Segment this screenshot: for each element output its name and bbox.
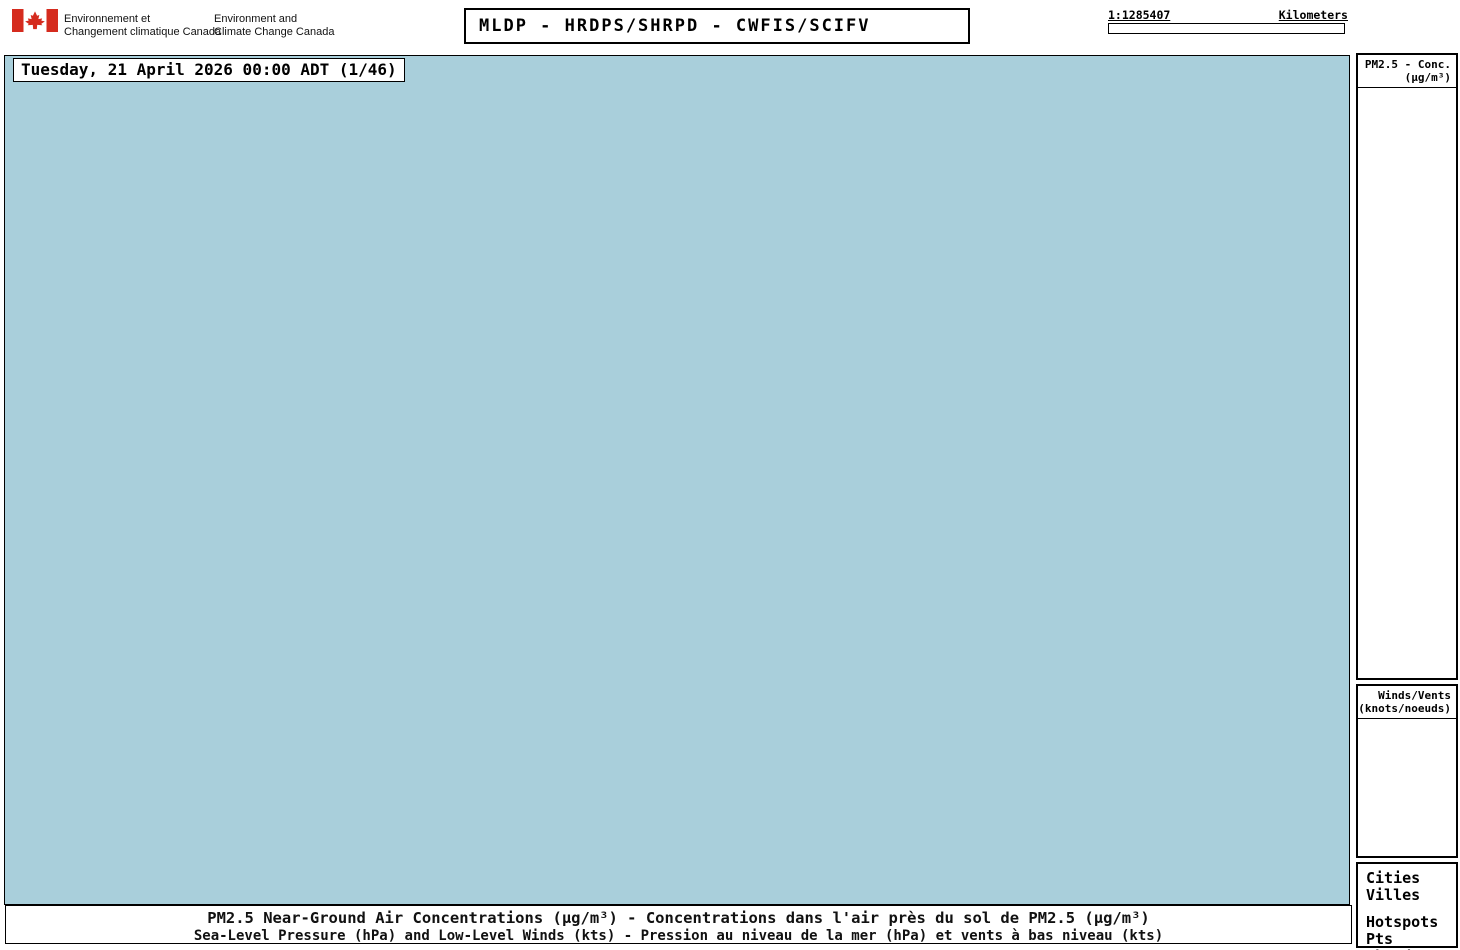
scale-ticks <box>1108 34 1348 47</box>
caption-box: PM2.5 Near-Ground Air Concentrations (µg… <box>5 905 1352 944</box>
divider <box>1358 718 1456 719</box>
scale-ratio: 1:1285407 <box>1108 8 1171 22</box>
pm25-legend-units: (µg/m³) <box>1404 71 1451 84</box>
scale-bar: 1:1285407 Kilometers <box>1108 8 1348 47</box>
hotspots-label-en: Hotspots <box>1366 913 1439 931</box>
cities-label-fr: Villes <box>1366 886 1421 904</box>
scale-unit: Kilometers <box>1278 8 1348 22</box>
winds-legend: Winds/Vents (knots/noeuds) <box>1356 684 1458 858</box>
cities-label-en: Cities <box>1366 869 1421 887</box>
pm25-legend: PM2.5 - Conc. (µg/m³) <box>1356 53 1458 680</box>
org-name-en: Environment and Climate Change Canada <box>214 13 335 38</box>
pm25-legend-title: PM2.5 - Conc. <box>1364 58 1451 71</box>
product-title-box: MLDP - HRDPS/SHRPD - CWFIS/SCIFV <box>464 8 970 44</box>
winds-legend-title: Winds/Vents <box>1378 689 1451 702</box>
hotspot-square-icon <box>1440 919 1448 927</box>
org-name-fr: Environnement et Changement climatique Ca… <box>64 13 222 38</box>
caption-line1: PM2.5 Near-Ground Air Concentrations (µg… <box>207 909 1150 927</box>
hotspots-label-fr: Pts chauds <box>1366 930 1420 950</box>
scale-bar-graphic <box>1108 23 1345 34</box>
divider <box>1358 87 1456 88</box>
winds-legend-units: (knots/noeuds) <box>1358 702 1451 715</box>
markers-legend: Cities Villes Hotspots Pts chauds <box>1356 862 1458 950</box>
canada-flag-icon <box>12 9 58 32</box>
city-dot-icon <box>1441 875 1448 882</box>
product-title: MLDP - HRDPS/SHRPD - CWFIS/SCIFV <box>479 16 871 36</box>
map-area: Tuesday, 21 April 2026 00:00 ADT (1/46) <box>4 55 1350 905</box>
page: Environnement et Changement climatique Ca… <box>0 0 1460 950</box>
map-canvas <box>5 56 1349 904</box>
datestamp: Tuesday, 21 April 2026 00:00 ADT (1/46) <box>13 58 405 82</box>
caption-line2: Sea-Level Pressure (hPa) and Low-Level W… <box>193 928 1164 944</box>
